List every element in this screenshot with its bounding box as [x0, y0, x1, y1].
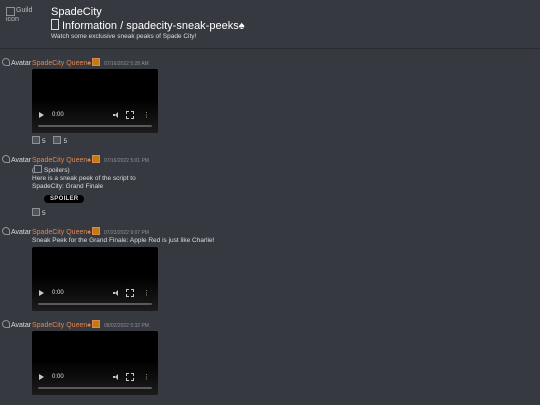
- volume-icon[interactable]: [113, 112, 120, 118]
- more-options-icon[interactable]: ⋮: [143, 374, 150, 381]
- more-options-icon[interactable]: ⋮: [143, 112, 150, 119]
- play-icon[interactable]: [39, 290, 44, 296]
- video-progress-bar[interactable]: [38, 387, 152, 389]
- spoiler-attachment[interactable]: SPOILER: [44, 195, 85, 203]
- video-player[interactable]: 0:00 ⋮: [32, 69, 158, 133]
- guild-name: SpadeCity: [51, 6, 102, 18]
- author-name[interactable]: SpadeCity Queen♠: [32, 157, 91, 164]
- timestamp: 07/16/2022 5:01 PM: [103, 158, 149, 164]
- role-icon: [91, 58, 100, 66]
- guild-icon: Guild icon: [6, 7, 40, 37]
- spoiler-text: Spoilers): [43, 167, 70, 174]
- video-progress-bar[interactable]: [38, 125, 152, 127]
- avatar[interactable]: Avatar: [2, 227, 31, 237]
- reaction-count: 5: [42, 138, 46, 145]
- play-icon[interactable]: [39, 112, 44, 118]
- avatar[interactable]: Avatar: [2, 58, 31, 68]
- author-name[interactable]: SpadeCity Queen♠: [32, 60, 91, 67]
- video-time: 0:00: [52, 290, 64, 296]
- avatar-alt-text: Avatar: [11, 322, 32, 329]
- timestamp: 08/02/2022 5:32 PM: [103, 323, 149, 329]
- video-time: 0:00: [52, 374, 64, 380]
- channel-path: Information / spadecity-sneak-peeks: [62, 20, 239, 32]
- reactions: 5: [32, 208, 52, 217]
- channel-topic: Watch some exclusive sneak peaks of Spad…: [51, 33, 197, 40]
- author-name[interactable]: SpadeCity Queen♠: [32, 229, 91, 236]
- video-progress-bar[interactable]: [38, 303, 152, 305]
- avatar-icon: [2, 58, 10, 66]
- emoji-icon: [32, 136, 40, 144]
- volume-icon[interactable]: [113, 374, 120, 380]
- timestamp: 07/16/2022 5:28 AM: [103, 61, 149, 67]
- channel-category-icon: [51, 19, 59, 30]
- video-player[interactable]: 0:00 ⋮: [32, 331, 158, 395]
- video-controls: [32, 99, 158, 133]
- avatar-alt-text: Avatar: [11, 60, 32, 67]
- role-icon: [91, 227, 100, 235]
- role-icon: [91, 320, 100, 328]
- message-content: ( Spoilers) Here is a sneak peek of the …: [32, 165, 136, 191]
- avatar-alt-text: Avatar: [11, 229, 32, 236]
- inline-emoji-icon: [34, 165, 43, 173]
- emoji-icon: [32, 208, 40, 216]
- avatar-alt-text: Avatar: [11, 157, 32, 164]
- spade-icon: ♠: [238, 20, 245, 32]
- role-icon: [91, 155, 100, 163]
- volume-icon[interactable]: [113, 290, 120, 296]
- fullscreen-icon[interactable]: [126, 111, 134, 119]
- message-text: Sneak Peek for the Grand Finale: Apple R…: [32, 237, 215, 244]
- avatar-icon: [2, 227, 10, 235]
- message-header: SpadeCity Queen♠ 07/16/2022 5:28 AM: [32, 58, 149, 68]
- video-controls: [32, 361, 158, 395]
- more-options-icon[interactable]: ⋮: [143, 290, 150, 297]
- reaction-count: 5: [42, 210, 46, 217]
- video-controls: [32, 277, 158, 311]
- author-name[interactable]: SpadeCity Queen♠: [32, 322, 91, 329]
- avatar[interactable]: Avatar: [2, 155, 31, 165]
- reaction-count: 5: [63, 138, 68, 145]
- reaction[interactable]: 5: [32, 208, 46, 217]
- avatar-icon: [2, 320, 10, 328]
- spoiler-line: ( Spoilers): [32, 165, 136, 175]
- message-header: SpadeCity Queen♠ 07/16/2022 5:01 PM: [32, 155, 149, 165]
- reaction[interactable]: 5: [53, 136, 67, 145]
- avatar-icon: [2, 155, 10, 163]
- reaction[interactable]: 5: [32, 136, 46, 145]
- message-text-line: Here is a sneak peek of the script to: [32, 175, 136, 182]
- reactions: 5 5: [32, 136, 73, 145]
- fullscreen-icon[interactable]: [126, 373, 134, 381]
- message-header: SpadeCity Queen♠ 08/02/2022 5:32 PM: [32, 320, 149, 330]
- video-time: 0:00: [52, 112, 64, 118]
- timestamp: 07/23/2022 9:07 PM: [103, 230, 149, 236]
- avatar[interactable]: Avatar: [2, 320, 31, 330]
- message-text-line: SpadeCity: Grand Finale: [32, 183, 104, 190]
- emoji-icon: [53, 136, 62, 144]
- broken-image-icon: [6, 7, 15, 16]
- message-header: SpadeCity Queen♠ 07/23/2022 9:07 PM: [32, 227, 149, 237]
- fullscreen-icon[interactable]: [126, 289, 134, 297]
- channel-header: Guild icon SpadeCity Information / spade…: [0, 0, 540, 49]
- channel-name: Information / spadecity-sneak-peeks♠: [51, 19, 245, 32]
- play-icon[interactable]: [39, 374, 44, 380]
- video-player[interactable]: 0:00 ⋮: [32, 247, 158, 311]
